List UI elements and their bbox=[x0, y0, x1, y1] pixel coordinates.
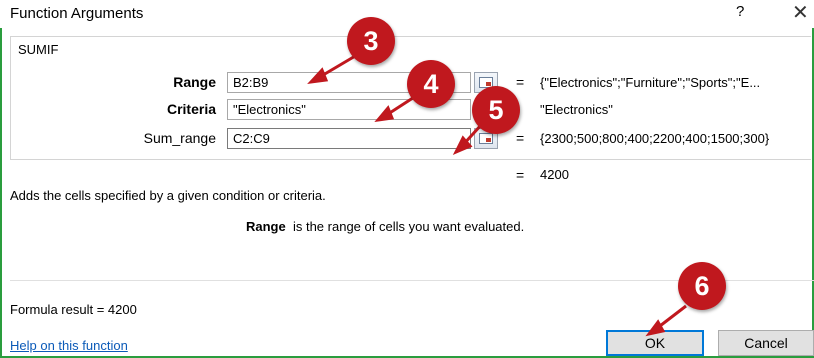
formula-result: Formula result = 4200 bbox=[10, 302, 137, 317]
sum-range-input[interactable]: C2:C9 bbox=[227, 128, 471, 149]
sum-range-equals: = bbox=[516, 130, 525, 146]
criteria-result: "Electronics" bbox=[540, 102, 613, 117]
dialog-title: Function Arguments bbox=[10, 5, 144, 22]
help-on-function-link[interactable]: Help on this function bbox=[10, 338, 128, 353]
step-badge-4: 4 bbox=[407, 60, 455, 108]
criteria-label: Criteria bbox=[166, 101, 216, 117]
ok-button[interactable]: OK bbox=[606, 330, 704, 356]
range-equals: = bbox=[516, 74, 525, 90]
step-badge-6: 6 bbox=[678, 262, 726, 310]
close-icon[interactable]: ✕ bbox=[792, 0, 809, 25]
title-bar: Function Arguments ? ✕ bbox=[0, 0, 814, 28]
total-result: 4200 bbox=[540, 167, 569, 182]
range-result: {"Electronics";"Furniture";"Sports";"E..… bbox=[540, 75, 761, 90]
total-equals: = bbox=[516, 167, 525, 183]
cancel-button[interactable]: Cancel bbox=[718, 330, 814, 356]
sum-range-result: {2300;500;800;400;2200;400;1500;300} bbox=[540, 131, 770, 146]
range-label: Range bbox=[173, 74, 216, 90]
step-badge-3: 3 bbox=[347, 17, 395, 65]
sum-range-label: Sum_range bbox=[143, 130, 216, 146]
collapse-dialog-icon bbox=[479, 133, 493, 144]
function-description: Adds the cells specified by a given cond… bbox=[10, 188, 326, 203]
argument-description: Range is the range of cells you want eva… bbox=[246, 219, 524, 234]
argument-help-text: is the range of cells you want evaluated… bbox=[292, 219, 525, 234]
step-badge-5: 5 bbox=[472, 86, 520, 134]
argument-name: Range bbox=[246, 219, 286, 234]
help-icon[interactable]: ? bbox=[736, 3, 744, 20]
function-name: SUMIF bbox=[16, 42, 61, 57]
